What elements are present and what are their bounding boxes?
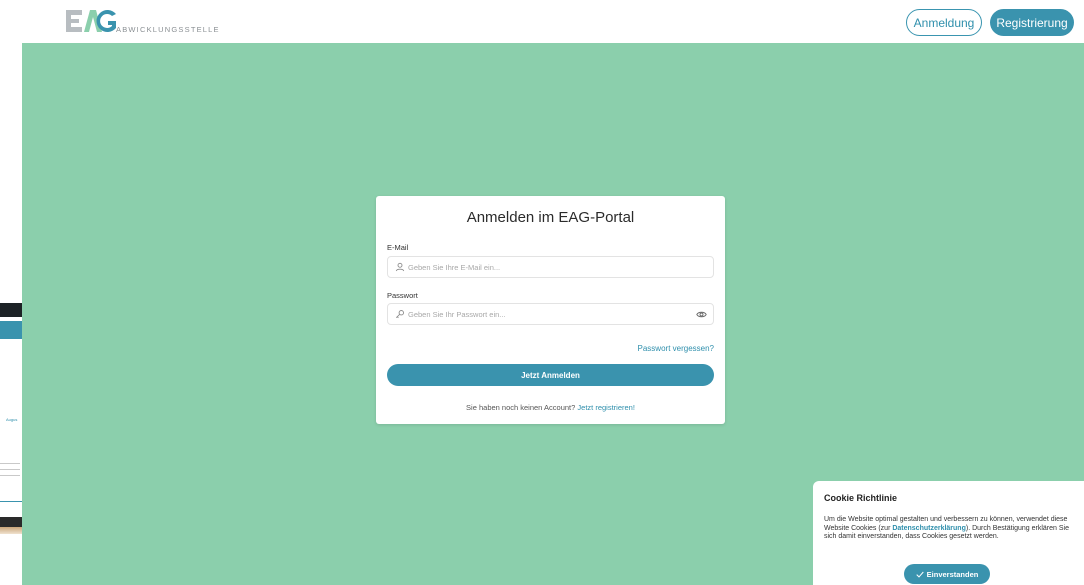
email-label: E-Mail bbox=[387, 243, 409, 252]
background-page-navbar bbox=[0, 303, 22, 317]
password-field[interactable]: Geben Sie Ihr Passwort ein... bbox=[387, 303, 714, 325]
eag-logo-icon bbox=[66, 10, 116, 32]
email-field[interactable]: Geben Sie Ihre E-Mail ein... bbox=[387, 256, 714, 278]
background-page-fragment: Augus bbox=[6, 417, 18, 422]
background-page-image-base bbox=[0, 527, 22, 534]
logo-subtitle: ABWICKLUNGSSTELLE bbox=[116, 25, 220, 34]
login-button[interactable]: Anmeldung bbox=[906, 9, 982, 36]
password-placeholder: Geben Sie Ihr Passwort ein... bbox=[408, 310, 506, 319]
cookie-panel: Cookie Richtlinie Um die Website optimal… bbox=[813, 481, 1084, 585]
register-now-link[interactable]: Jetzt registrieren! bbox=[577, 403, 635, 412]
cookie-title: Cookie Richtlinie bbox=[824, 493, 898, 503]
accept-cookies-label: Einverstanden bbox=[926, 569, 979, 579]
background-page-strip: Augus bbox=[0, 43, 22, 585]
accept-cookies-button[interactable]: Einverstanden bbox=[904, 564, 990, 584]
check-icon bbox=[916, 571, 924, 578]
forgot-password-link[interactable]: Passwort vergessen? bbox=[638, 344, 714, 353]
no-account-line: Sie haben noch keinen Account? Jetzt reg… bbox=[376, 403, 725, 412]
no-account-text: Sie haben noch keinen Account? bbox=[466, 403, 576, 412]
background-page-divider bbox=[0, 501, 22, 502]
background-page-text-lines bbox=[0, 463, 22, 481]
cookie-text: Um die Website optimal gestalten und ver… bbox=[824, 516, 1076, 542]
key-icon bbox=[395, 310, 404, 319]
register-button[interactable]: Registrierung bbox=[990, 9, 1074, 36]
user-icon bbox=[395, 262, 405, 272]
eag-logo[interactable]: ABWICKLUNGSSTELLE bbox=[66, 8, 219, 36]
background-page-image bbox=[0, 517, 22, 527]
submit-login-button[interactable]: Jetzt Anmelden bbox=[387, 364, 714, 386]
privacy-policy-link[interactable]: Datenschutzerklärung bbox=[892, 525, 966, 532]
background-page-banner bbox=[0, 321, 22, 339]
eye-icon[interactable] bbox=[696, 309, 707, 320]
login-card: Anmelden im EAG-Portal E-Mail Geben Sie … bbox=[376, 196, 725, 424]
top-header: ABWICKLUNGSSTELLE Anmeldung Registrierun… bbox=[0, 0, 1084, 43]
login-title: Anmelden im EAG-Portal bbox=[466, 209, 635, 226]
password-label: Passwort bbox=[387, 291, 418, 300]
email-placeholder: Geben Sie Ihre E-Mail ein... bbox=[408, 263, 501, 272]
